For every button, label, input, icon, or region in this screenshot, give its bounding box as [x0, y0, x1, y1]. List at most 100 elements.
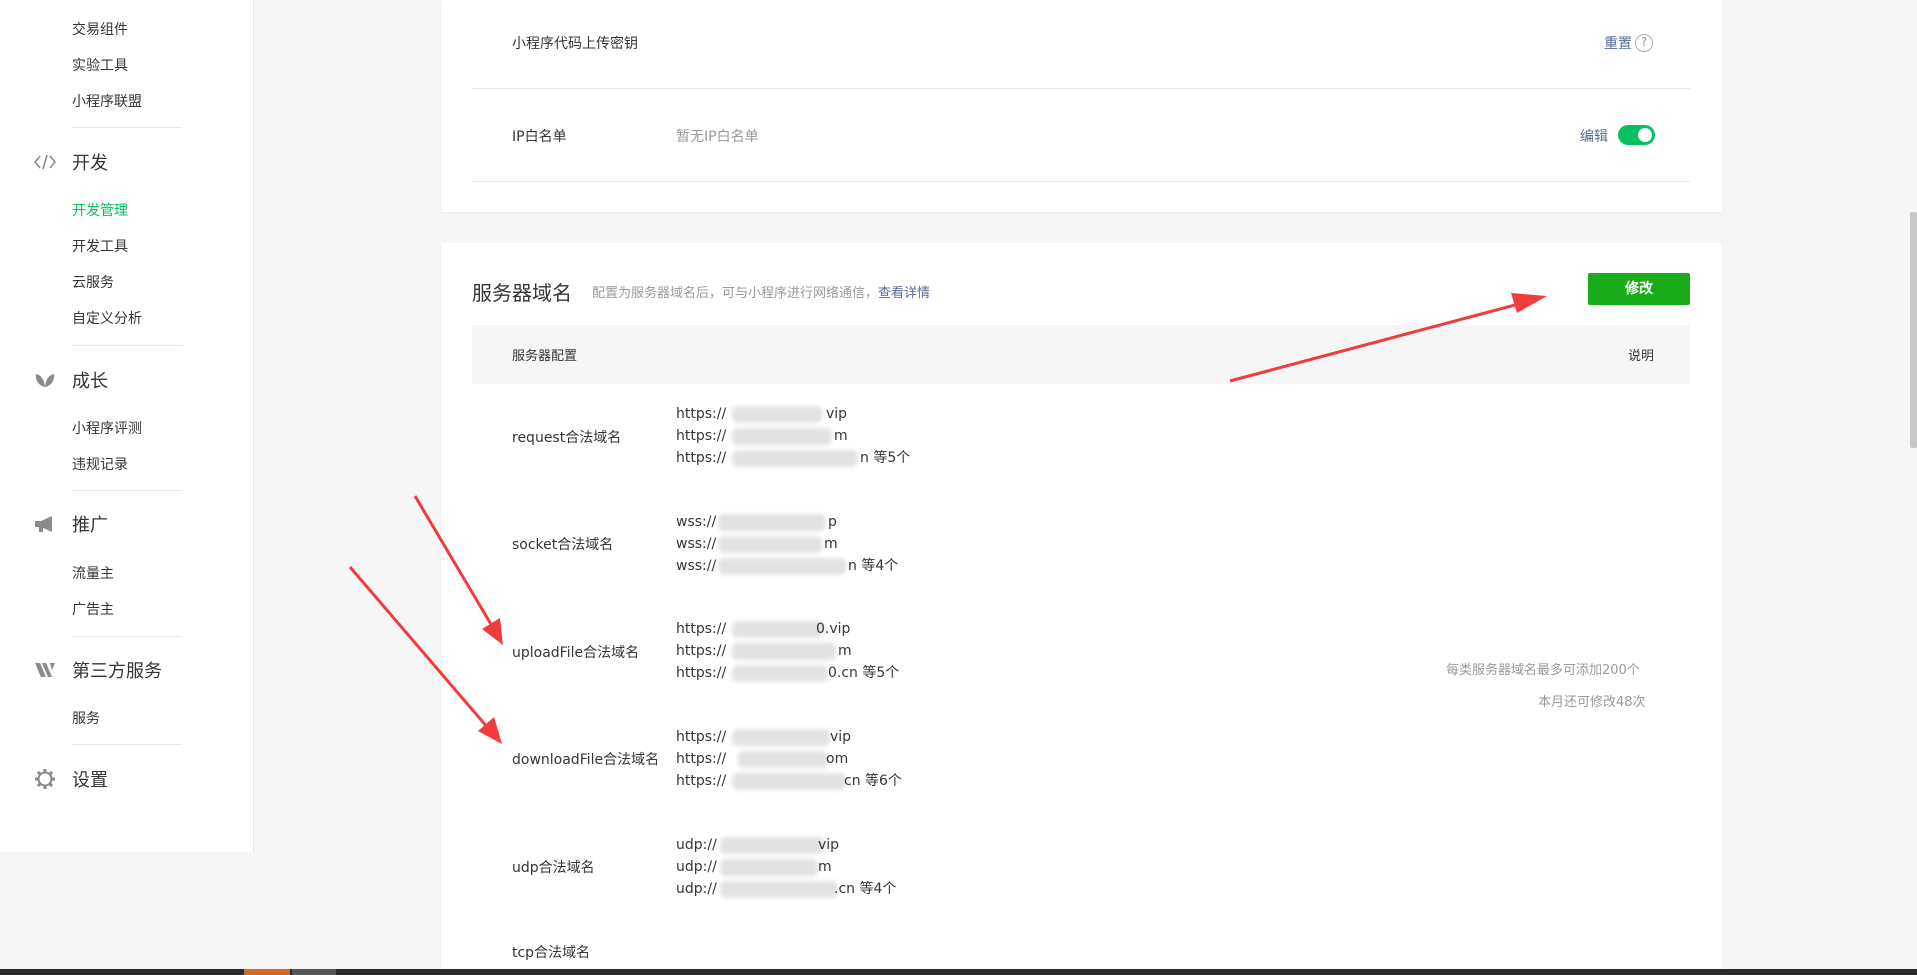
sidebar-group-develop[interactable]: 开发: [34, 149, 108, 175]
sidebar-item-experiment-tools[interactable]: 实验工具: [72, 56, 128, 76]
sidebar-group-label: 成长: [72, 371, 108, 392]
domain-entry: https:// cn 等6个: [676, 770, 902, 792]
domain-prefix: https://: [676, 773, 727, 789]
domain-list: https:// 0.vip https:// m https:// 0.cn 等5个: [676, 618, 899, 684]
domain-prefix: udp://: [676, 859, 717, 875]
domain-entry: udp:// m: [676, 856, 832, 878]
sidebar-item-custom-analysis[interactable]: 自定义分析: [72, 309, 142, 329]
domain-entry: https:// 0.vip: [676, 618, 850, 640]
domain-suffix: 0.cn 等5个: [828, 665, 900, 681]
sidebar-group-promotion[interactable]: 推广: [34, 511, 108, 537]
redacted-blur: [732, 621, 824, 638]
domain-entry: wss:// m: [676, 533, 838, 555]
redacted-blur: [732, 665, 828, 682]
help-icon[interactable]: ?: [1635, 34, 1653, 52]
code-icon: [34, 151, 56, 173]
domain-prefix: wss://: [676, 558, 717, 574]
sidebar-item-violations[interactable]: 违规记录: [72, 455, 128, 475]
gear-icon: [34, 768, 56, 790]
domain-entry: wss:// n 等4个: [676, 555, 898, 577]
domain-list: https:// vip https:// m https:// n 等5个: [676, 403, 910, 469]
view-details-link[interactable]: 查看详情: [878, 286, 930, 301]
ip-whitelist-label: IP白名单: [512, 129, 567, 145]
column-header-config: 服务器配置: [512, 349, 578, 364]
redacted-blur: [720, 881, 838, 898]
domain-entry: wss:// p: [676, 511, 837, 533]
domain-suffix: p: [828, 514, 837, 530]
redacted-blur: [718, 558, 846, 575]
domain-entry: https:// 0.cn 等5个: [676, 662, 899, 684]
sidebar-item-miniprogram-alliance[interactable]: 小程序联盟: [72, 92, 142, 112]
table-header: 服务器配置 说明: [472, 325, 1690, 384]
modify-button[interactable]: 修改: [1588, 273, 1690, 305]
sidebar-item-evaluation[interactable]: 小程序评测: [72, 419, 142, 439]
toggle-knob: [1638, 128, 1652, 142]
domain-suffix: m: [838, 643, 852, 659]
redacted-blur: [732, 643, 836, 660]
sidebar-item-cloud-service[interactable]: 云服务: [72, 273, 114, 293]
sidebar: 交易组件 实验工具 小程序联盟 开发 开发管理 开发工具 云服务 自定义分析 成…: [0, 0, 254, 852]
sidebar-divider: [72, 636, 182, 637]
sidebar-group-label: 开发: [72, 153, 108, 174]
sidebar-item-dev-tools[interactable]: 开发工具: [72, 237, 128, 257]
sidebar-group-label: 第三方服务: [72, 661, 162, 682]
sidebar-item-advertiser[interactable]: 广告主: [72, 600, 114, 620]
sidebar-item-traffic-owner[interactable]: 流量主: [72, 564, 114, 584]
domain-suffix: n 等5个: [860, 450, 911, 466]
redacted-blur: [720, 859, 818, 876]
column-header-note: 说明: [1628, 349, 1655, 364]
domain-prefix: https://: [676, 450, 727, 466]
ip-whitelist-toggle[interactable]: [1618, 125, 1655, 145]
domain-entry: https:// m: [676, 640, 852, 662]
domain-prefix: udp://: [676, 837, 717, 853]
domain-suffix: vip: [830, 729, 852, 745]
sidebar-item-trade-components[interactable]: 交易组件: [72, 20, 128, 40]
bottom-bar: [0, 969, 1917, 975]
redacted-blur: [732, 729, 830, 746]
section-title: 服务器域名: [472, 281, 572, 305]
sidebar-group-growth[interactable]: 成长: [34, 367, 108, 393]
domain-row-label: uploadFile合法域名: [512, 645, 640, 661]
third-party-icon: [34, 659, 56, 681]
sidebar-divider: [72, 127, 182, 128]
row-divider: [472, 88, 1690, 89]
domain-suffix: vip: [826, 406, 848, 422]
app-root: 交易组件 实验工具 小程序联盟 开发 开发管理 开发工具 云服务 自定义分析 成…: [0, 0, 1917, 975]
domain-prefix: wss://: [676, 536, 717, 552]
note-remaining: 本月还可修改48次: [1538, 695, 1646, 710]
sidebar-group-third-party[interactable]: 第三方服务: [34, 657, 162, 683]
domain-prefix: https://: [676, 665, 727, 681]
sidebar-item-dev-management[interactable]: 开发管理: [72, 201, 128, 221]
redacted-blur: [732, 406, 822, 423]
domain-suffix: vip: [818, 837, 840, 853]
redacted-blur: [718, 536, 822, 553]
row-divider: [472, 181, 1690, 182]
sidebar-item-services[interactable]: 服务: [72, 709, 100, 729]
note-limit: 每类服务器域名最多可添加200个: [1446, 663, 1640, 678]
domain-prefix: https://: [676, 621, 727, 637]
domain-suffix: m: [818, 859, 832, 875]
domain-suffix: om: [826, 751, 849, 767]
scrollbar-thumb[interactable]: [1910, 212, 1917, 448]
domain-list: https:// vip https:// om https:// cn 等6个: [676, 726, 902, 792]
redacted-blur: [732, 450, 858, 467]
reset-key-link[interactable]: 重置: [1604, 33, 1632, 53]
domain-list: wss:// p wss:// m wss:// n 等4个: [676, 511, 898, 577]
domain-row-label: tcp合法域名: [512, 945, 591, 961]
bottom-bar-segment: [244, 969, 290, 975]
domain-prefix: https://: [676, 751, 727, 767]
upload-key-label: 小程序代码上传密钥: [512, 36, 638, 52]
sidebar-group-label: 设置: [72, 770, 108, 791]
domain-row-label: request合法域名: [512, 430, 622, 446]
domain-prefix: udp://: [676, 881, 717, 897]
sidebar-group-settings[interactable]: 设置: [34, 766, 108, 792]
sidebar-group-label: 推广: [72, 515, 108, 536]
domain-list: udp:// vip udp:// m udp:// .cn 等4个: [676, 834, 896, 900]
sprout-icon: [34, 369, 56, 391]
redacted-blur: [738, 751, 828, 768]
sidebar-divider: [72, 744, 182, 745]
section-description: 配置为服务器域名后，可与小程序进行网络通信，查看详情: [592, 282, 930, 301]
edit-ip-link[interactable]: 编辑: [1580, 126, 1608, 146]
domain-entry: https:// m: [676, 425, 848, 447]
ip-whitelist-value: 暂无IP白名单: [676, 129, 759, 145]
